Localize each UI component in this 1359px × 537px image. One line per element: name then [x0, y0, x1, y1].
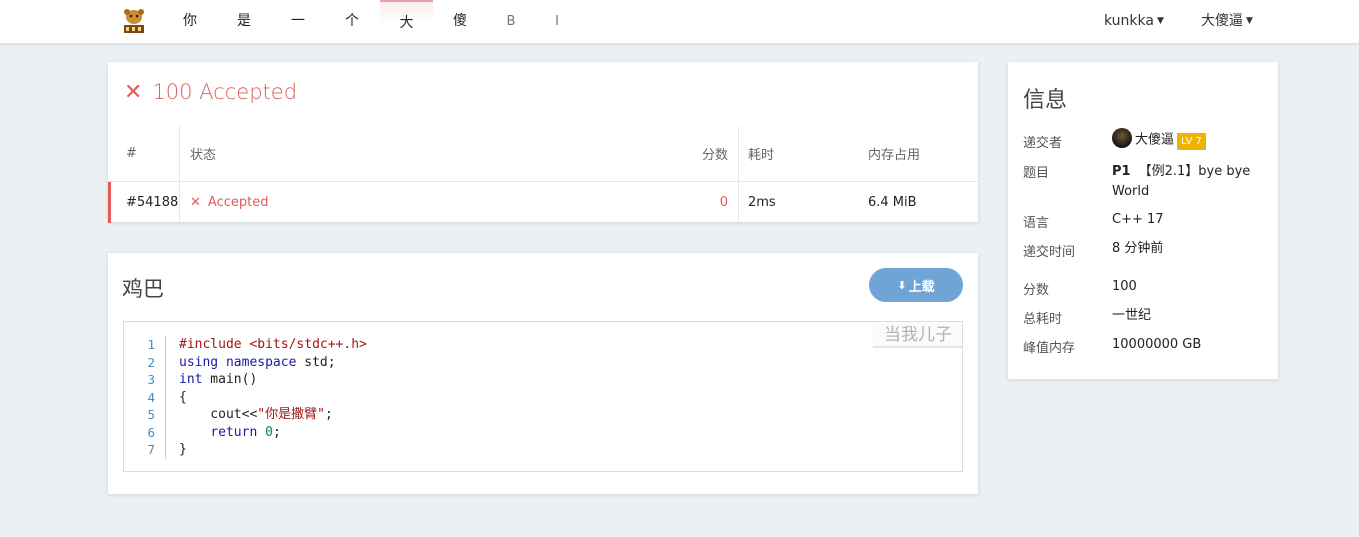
problem-id: P1 — [1112, 164, 1131, 179]
nav-item-8[interactable]: I — [548, 0, 566, 43]
header-status: 状态 — [190, 148, 217, 163]
line-number: 4 — [147, 389, 155, 405]
code-watermark: 当我儿子 — [873, 322, 962, 348]
info-label: 递交时间 — [1023, 245, 1076, 260]
info-card-title: 信息 — [1023, 88, 1068, 113]
submission-time: 2ms — [748, 195, 776, 210]
submitter-name: 大傻逼 — [1135, 132, 1175, 148]
status-heading: ✕ 100 Accepted — [124, 80, 297, 105]
code-line: #include <bits/stdc++.h> — [179, 337, 367, 352]
line-number: 3 — [147, 372, 155, 387]
submission-status[interactable]: ✕ Accepted — [190, 182, 268, 223]
info-label: 总耗时 — [1023, 312, 1063, 327]
code-line: } — [179, 442, 187, 457]
alt-menu-dropdown[interactable]: 大傻逼 ▼ — [1201, 0, 1253, 43]
info-label: 语言 — [1023, 216, 1050, 231]
submission-score: 0 — [719, 195, 728, 210]
line-number: 7 — [147, 442, 155, 457]
table-row[interactable]: #54188 ✕ Accepted 0 2ms 6.4 MiB — [108, 182, 978, 223]
info-label: 分数 — [1023, 283, 1050, 298]
nav-item-4[interactable]: 个 — [338, 0, 366, 43]
header-time: 耗时 — [748, 148, 775, 163]
nav-item-6[interactable]: 傻 — [446, 0, 474, 43]
nav-item-3[interactable]: 一 — [284, 0, 312, 43]
submit-time-value: 8 分钟前 — [1112, 241, 1164, 256]
problem-link[interactable]: P1 【例2.1】bye bye World — [1112, 162, 1272, 202]
header-score: 分数 — [701, 148, 728, 163]
user-menu-dropdown[interactable]: kunkka ▼ — [1104, 0, 1164, 43]
code-line: { — [179, 389, 187, 405]
line-number: 2 — [147, 354, 155, 370]
info-label: 递交者 — [1023, 136, 1063, 151]
nav-item-2[interactable]: 是 — [230, 0, 258, 43]
submitter-link[interactable]: 大傻逼 LV 7 — [1112, 128, 1272, 151]
code-line: cout<<"你是撒臂"; — [179, 407, 333, 422]
chevron-down-icon: ▼ — [1246, 16, 1253, 26]
language-value: C++ 17 — [1112, 212, 1164, 227]
line-number: 6 — [147, 424, 155, 440]
peak-mem-value: 10000000 GB — [1112, 337, 1202, 352]
download-icon: ⬇ — [897, 278, 907, 292]
avatar — [1112, 128, 1132, 148]
site-logo-icon[interactable] — [121, 7, 147, 35]
cross-icon: ✕ — [124, 80, 143, 105]
download-button[interactable]: ⬇ 上载 — [869, 268, 963, 302]
table-header-row: # 状态 分数 耗时 内存占用 — [108, 126, 978, 182]
code-line: using namespace std; — [179, 354, 336, 370]
line-number: 5 — [147, 407, 155, 422]
top-navbar: 你 是 一 个 大 傻 B I kunkka ▼ 大傻逼 ▼ — [0, 0, 1359, 43]
level-badge: LV 7 — [1177, 132, 1206, 150]
total-time-value: 一世纪 — [1112, 308, 1152, 323]
code-viewer[interactable]: 1 2 3 4 5 6 7 #include <bits/stdc++.h> u… — [123, 321, 963, 472]
problem-name: 【例2.1】bye bye World — [1112, 164, 1251, 199]
code-line: int main() — [179, 372, 258, 387]
alt-menu-label: 大傻逼 — [1201, 13, 1243, 29]
header-memory: 内存占用 — [868, 148, 921, 163]
line-number: 1 — [147, 337, 155, 352]
submission-status-text: Accepted — [207, 195, 269, 210]
submission-table: # 状态 分数 耗时 内存占用 #54188 ✕ Accepted 0 2ms 6… — [108, 126, 978, 223]
submission-id-link[interactable]: #54188 — [126, 182, 178, 223]
nav-item-1[interactable]: 你 — [176, 0, 204, 43]
header-id: # — [126, 146, 137, 161]
code-card-title: 鸡巴 — [122, 277, 164, 301]
chevron-down-icon: ▼ — [1156, 16, 1164, 26]
info-label: 峰值内存 — [1023, 341, 1076, 356]
submission-status-card: ✕ 100 Accepted # 状态 分数 耗时 内存占用 #54188 ✕ Ac… — [108, 62, 978, 223]
code-line: return 0; — [210, 424, 281, 440]
source-code-card: 鸡巴 ⬇ 上载 1 2 3 4 5 6 7 #include <bits/stdc… — [108, 253, 978, 494]
submission-info-card: 信息 递交者 大傻逼 LV 7 题目 P1 【例2.1】bye bye World … — [1008, 62, 1278, 379]
line-number-gutter: 1 2 3 4 5 6 7 — [124, 336, 166, 459]
nav-item-5-active[interactable]: 大 — [380, 0, 433, 43]
user-menu-label: kunkka — [1104, 13, 1154, 29]
info-label: 题目 — [1023, 166, 1050, 181]
status-heading-text: 100 Accepted — [152, 80, 298, 104]
submission-memory: 6.4 MiB — [868, 195, 917, 210]
download-button-label: 上载 — [908, 279, 935, 295]
score-value: 100 — [1112, 279, 1137, 294]
cross-icon: ✕ — [190, 195, 201, 210]
code-lines: #include <bits/stdc++.h> using namespace… — [179, 336, 367, 459]
nav-item-7[interactable]: B — [500, 0, 522, 43]
